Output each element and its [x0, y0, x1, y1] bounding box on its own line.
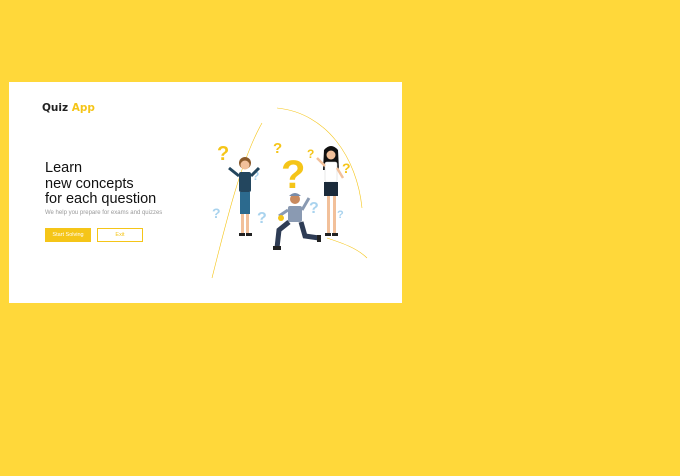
svg-text:?: ?: [337, 209, 344, 221]
svg-text:?: ?: [281, 153, 305, 197]
svg-text:?: ?: [257, 210, 267, 227]
logo-prefix: Quiz: [42, 102, 69, 114]
people-with-question-marks-illustration: ? ? ? ? ? ? ? ? ? ? ?: [211, 107, 368, 279]
exit-button[interactable]: Exit: [97, 228, 143, 242]
svg-text:?: ?: [212, 205, 221, 221]
hero-line-1: Learn: [45, 160, 83, 176]
logo-accent: App: [71, 102, 95, 114]
hero-title: Learn new concepts for each question: [45, 160, 215, 208]
start-solving-button[interactable]: Start Solving: [45, 228, 91, 242]
svg-text:?: ?: [342, 160, 351, 176]
svg-text:?: ?: [307, 147, 314, 161]
landing-card: Quiz App Learn new concepts for each que…: [9, 82, 402, 303]
hero-subtitle: We help you prepare for exams and quizze…: [45, 210, 163, 216]
hero-line-3: for each question: [45, 191, 157, 207]
hero-line-2: new concepts: [45, 175, 134, 192]
svg-text:?: ?: [217, 143, 229, 165]
svg-text:?: ?: [309, 200, 319, 217]
app-logo: Quiz App: [42, 102, 95, 114]
